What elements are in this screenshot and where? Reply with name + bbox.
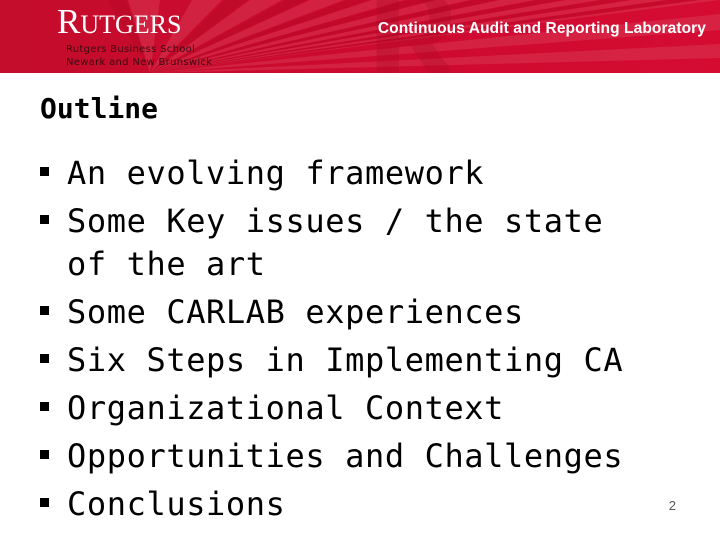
list-item-label: An evolving framework (67, 154, 485, 192)
list-item-label: Some Key issues / the state of the art (67, 202, 604, 283)
list-item: Some CARLAB experiences (40, 291, 704, 334)
list-item: Some Key issues / the state of the art (40, 200, 704, 286)
lab-title: Continuous Audit and Reporting Laborator… (377, 20, 706, 37)
list-item: An evolving framework (40, 152, 704, 195)
square-bullet-icon (40, 215, 49, 224)
list-item: Opportunities and Challenges (40, 435, 704, 478)
list-item: Six Steps in Implementing CA (40, 339, 704, 382)
rutgers-logo-subtitle: Rutgers Business School Newark and New B… (66, 44, 357, 69)
list-item-label: Organizational Context (67, 389, 505, 427)
slide-header-band: R RUTGERS Rutgers Business School Newark… (0, 0, 720, 73)
outline-bullet-list: An evolving framework Some Key issues / … (40, 152, 704, 531)
rutgers-logo-subtitle-line1: Rutgers Business School (66, 44, 196, 55)
rutgers-wordmark-lead: R (57, 2, 81, 41)
square-bullet-icon (40, 498, 49, 507)
list-item-label: Six Steps in Implementing CA (67, 341, 624, 379)
square-bullet-icon (40, 167, 49, 176)
rutgers-logo: RUTGERS Rutgers Business School Newark a… (57, 4, 357, 70)
square-bullet-icon (40, 306, 49, 315)
square-bullet-icon (40, 450, 49, 459)
slide-title: Outline (40, 92, 159, 125)
rutgers-wordmark-rest: UTGERS (80, 10, 182, 39)
rutgers-wordmark: RUTGERS (57, 4, 357, 42)
list-item: Organizational Context (40, 387, 704, 430)
list-item-label: Conclusions (67, 485, 286, 523)
square-bullet-icon (40, 402, 49, 411)
list-item-label: Opportunities and Challenges (67, 437, 624, 475)
rutgers-logo-subtitle-line2: Newark and New Brunswick (66, 56, 213, 68)
square-bullet-icon (40, 354, 49, 363)
page-number: 2 (668, 498, 676, 513)
list-item: Conclusions (40, 483, 704, 526)
list-item-label: Some CARLAB experiences (67, 293, 524, 331)
